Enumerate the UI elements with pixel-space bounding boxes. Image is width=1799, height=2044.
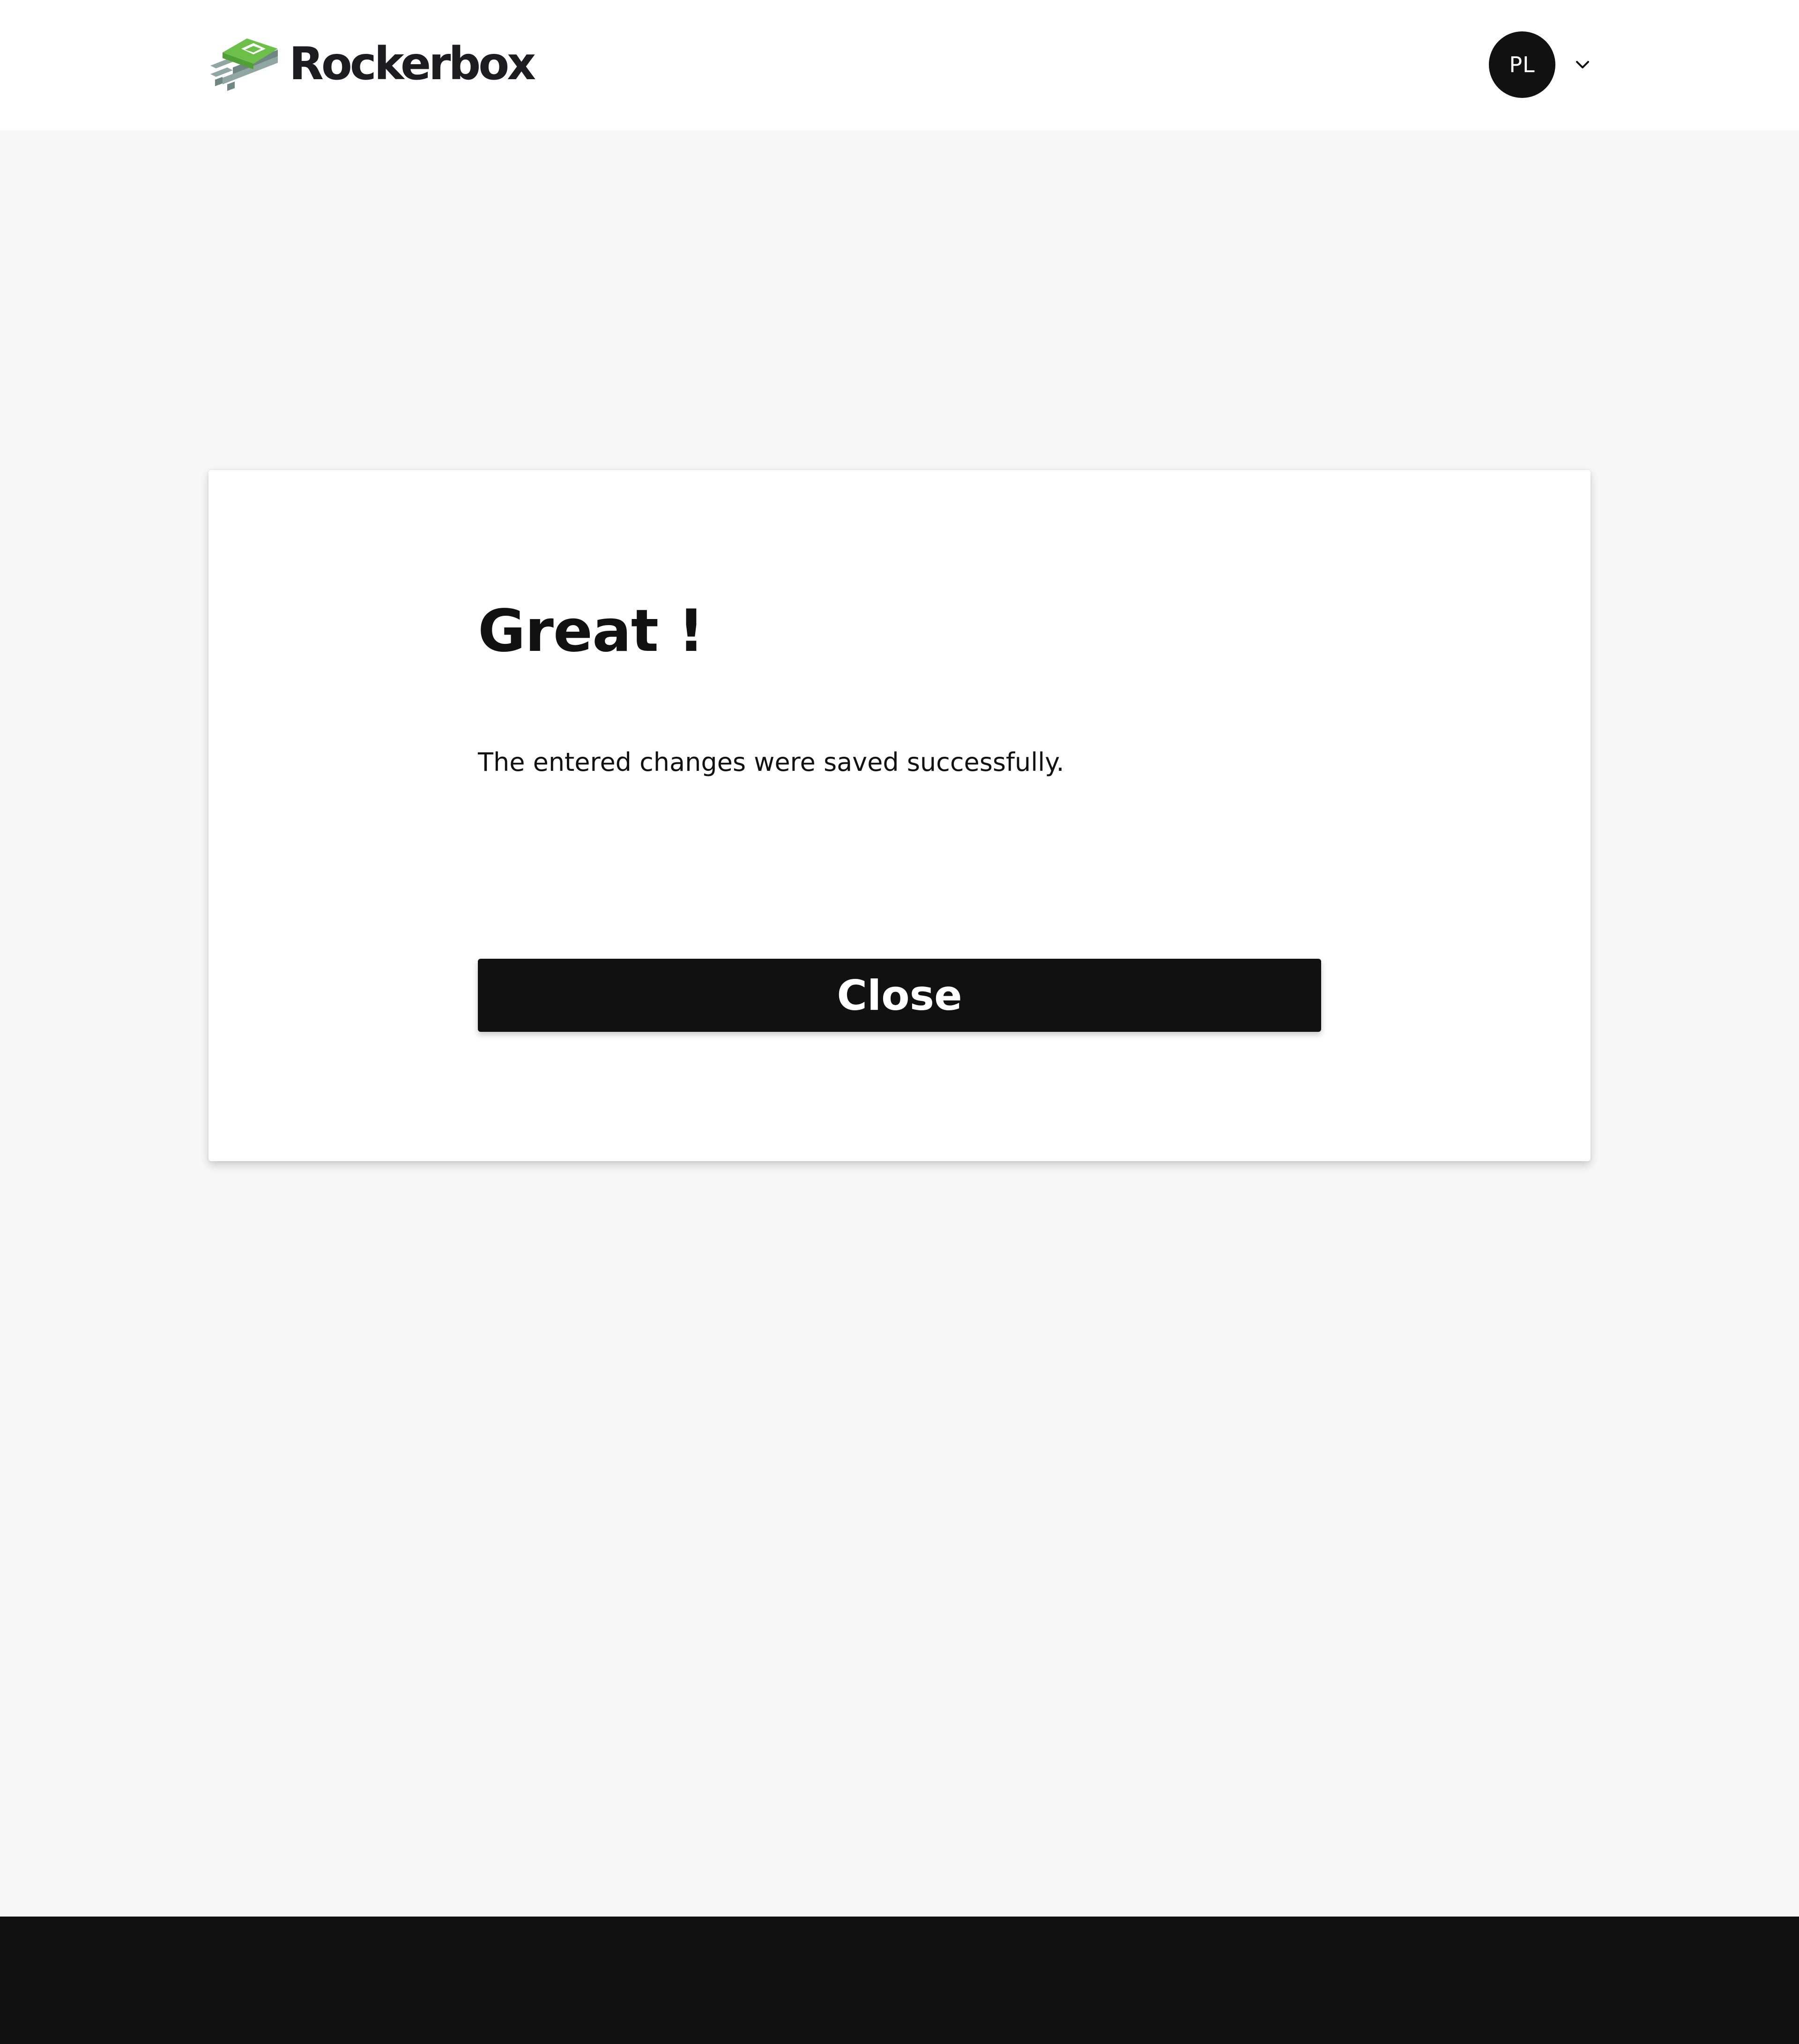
top-header: Rockerbox PL — [0, 0, 1799, 130]
rockerbox-logo-link[interactable]: Rockerbox — [208, 37, 536, 91]
user-avatar[interactable]: PL — [1489, 31, 1555, 98]
dialog-title: Great ! — [478, 597, 705, 665]
close-button[interactable]: Close — [478, 959, 1321, 1032]
rockerbox-logo-icon — [210, 38, 278, 91]
user-initials: PL — [1509, 52, 1535, 77]
user-menu-toggle[interactable]: PL — [1489, 31, 1591, 98]
success-dialog: Great ! The entered changes were saved s… — [208, 470, 1591, 1161]
chevron-down-icon[interactable] — [1574, 56, 1591, 73]
brand-name: Rockerbox — [289, 37, 536, 90]
page-footer — [0, 1917, 1799, 2044]
dialog-message: The entered changes were saved successfu… — [478, 747, 1064, 777]
